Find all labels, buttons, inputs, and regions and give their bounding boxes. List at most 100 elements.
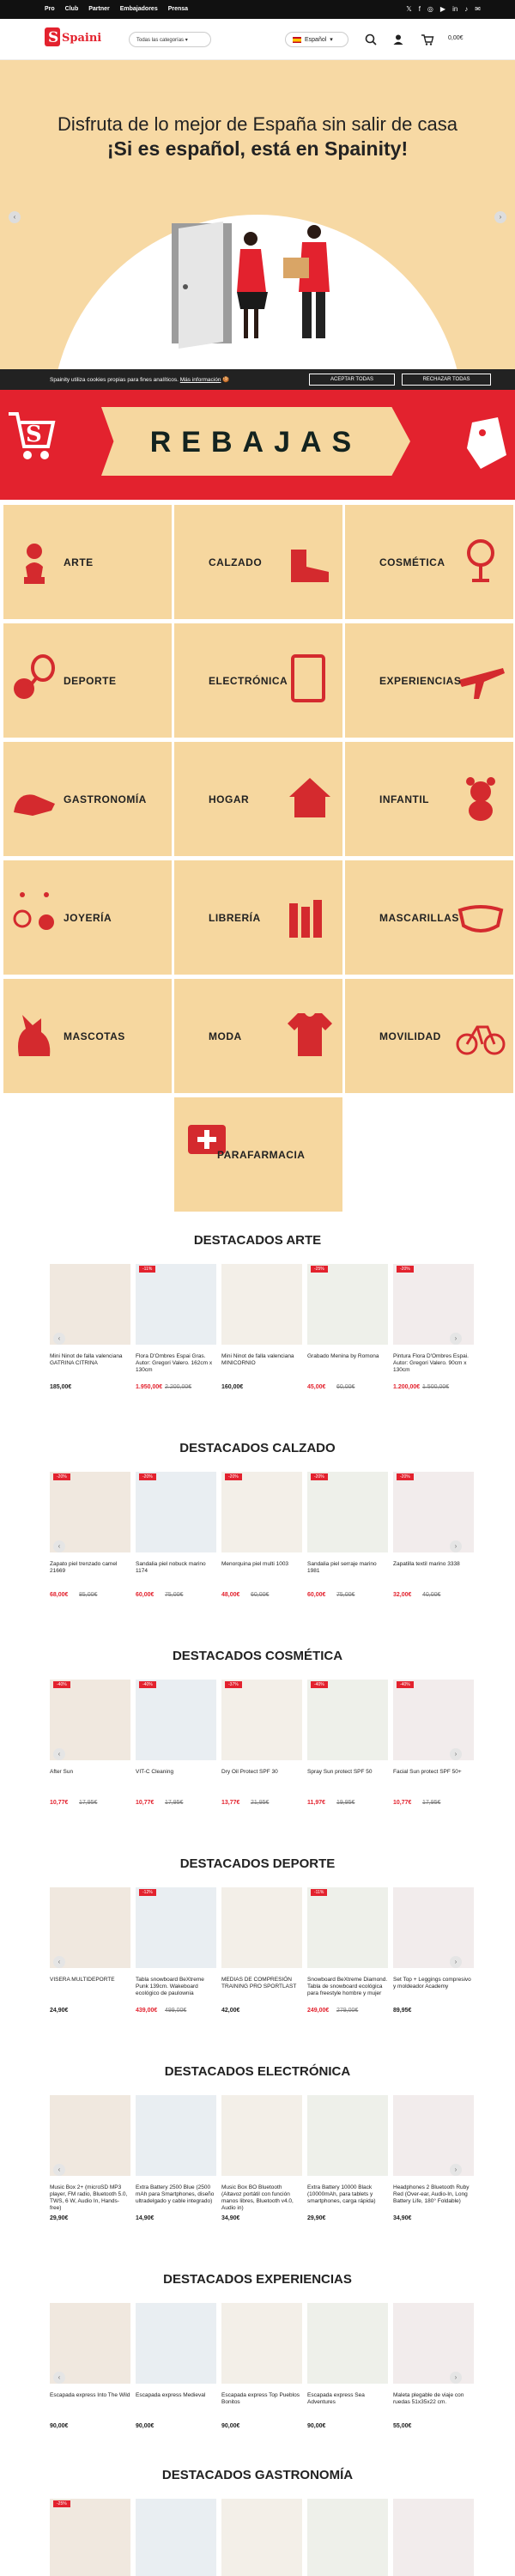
product-image[interactable] xyxy=(307,2095,388,2176)
category-tile-moda[interactable]: MODA xyxy=(174,979,342,1093)
cart-total[interactable]: 0,00€ xyxy=(448,35,464,41)
carousel-prev-button[interactable]: ‹ xyxy=(53,1748,65,1760)
product-image[interactable] xyxy=(136,1887,216,1968)
product-name[interactable]: Menorquina piel multi 1003 xyxy=(221,1561,302,1568)
category-tile-infantil[interactable]: INFANTIL xyxy=(345,742,513,856)
product-name[interactable]: Music Box 2+ (microSD MP3 player, FM rad… xyxy=(50,2184,130,2212)
category-tile-electronica[interactable]: ELECTRÓNICA xyxy=(174,623,342,738)
cookie-reject-button[interactable]: RECHAZAR TODAS xyxy=(402,374,491,386)
product-name[interactable]: Sandalia piel serraje marino 1981 xyxy=(307,1561,388,1575)
product-name[interactable]: Sandalia piel nobuck marino 1174 xyxy=(136,1561,216,1575)
category-tile-hogar[interactable]: HOGAR xyxy=(174,742,342,856)
carousel-next-button[interactable]: › xyxy=(450,1540,462,1552)
cookie-more-link[interactable]: Más información xyxy=(180,377,221,383)
category-tile-movilidad[interactable]: MOVILIDAD xyxy=(345,979,513,1093)
product-image[interactable] xyxy=(307,1264,388,1345)
product-name[interactable]: Escapada express Into The Wild xyxy=(50,2392,130,2399)
product-name[interactable]: Spray Sun protect SPF 50 xyxy=(307,1769,388,1776)
product-image[interactable] xyxy=(136,1472,216,1552)
product-name[interactable]: VISERA MULTIDEPORTE xyxy=(50,1977,130,1984)
category-tile-parafarmacia[interactable]: PARAFARMACIA xyxy=(174,1097,342,1212)
carousel-next-button[interactable]: › xyxy=(450,1956,462,1968)
category-tile-libreria[interactable]: LIBRERÍA xyxy=(174,860,342,975)
product-name[interactable]: Escapada express Sea Adventures xyxy=(307,2392,388,2406)
product-name[interactable]: Mini Ninot de falla valenciana GATRINA C… xyxy=(50,1353,130,1367)
product-name[interactable]: Flora D'Ombres Espai Gras. Autor: Gregor… xyxy=(136,1353,216,1374)
search-icon[interactable] xyxy=(364,33,378,46)
hero-next-button[interactable]: › xyxy=(494,211,506,223)
product-name[interactable]: Maleta plegable de viaje con ruedas 51x3… xyxy=(393,2392,474,2406)
product-image[interactable] xyxy=(221,1680,302,1760)
product-image[interactable] xyxy=(307,2303,388,2384)
category-tile-cosmetica[interactable]: COSMÉTICA xyxy=(345,505,513,619)
product-name[interactable]: Zapatilla textil marino 3338 xyxy=(393,1561,474,1568)
product-image[interactable] xyxy=(393,1264,474,1345)
product-name[interactable]: Tabla snowboard BeXtreme Punk 139cm. Wak… xyxy=(136,1977,216,1997)
product-image[interactable] xyxy=(221,1472,302,1552)
carousel-next-button[interactable]: › xyxy=(450,2164,462,2176)
product-image[interactable] xyxy=(393,1472,474,1552)
product-name[interactable]: Mini Ninot de falla valenciana MINICORNI… xyxy=(221,1353,302,1367)
tiktok-icon[interactable]: ♪ xyxy=(464,5,468,13)
product-image[interactable] xyxy=(136,2499,216,2576)
product-image[interactable] xyxy=(307,1680,388,1760)
product-image[interactable] xyxy=(307,1472,388,1552)
top-link-pro[interactable]: Pro xyxy=(45,6,55,12)
product-name[interactable]: Dry Oil Protect SPF 30 xyxy=(221,1769,302,1776)
twitter-icon[interactable]: 𝕏 xyxy=(406,5,411,13)
product-name[interactable]: After Sun xyxy=(50,1769,130,1776)
product-image[interactable] xyxy=(393,1887,474,1968)
top-link-partner[interactable]: Partner xyxy=(88,6,110,12)
category-tile-arte[interactable]: ARTE xyxy=(3,505,172,619)
hero-prev-button[interactable]: ‹ xyxy=(9,211,21,223)
product-name[interactable]: MEDIAS DE COMPRESIÓN TRAINING PRO SPORTL… xyxy=(221,1977,302,1990)
category-tile-calzado[interactable]: CALZADO xyxy=(174,505,342,619)
product-image[interactable] xyxy=(393,2303,474,2384)
product-image[interactable] xyxy=(221,1264,302,1345)
carousel-next-button[interactable]: › xyxy=(450,1748,462,1760)
product-image[interactable] xyxy=(221,2303,302,2384)
category-select[interactable]: Todas las categorías ▾ xyxy=(129,32,211,47)
category-tile-experiencias[interactable]: EXPERIENCIAS xyxy=(345,623,513,738)
product-name[interactable]: Grabado Menina by Romona xyxy=(307,1353,388,1360)
product-name[interactable]: Snowboard BeXtreme Diamond. Tabla de sno… xyxy=(307,1977,388,1997)
product-image[interactable] xyxy=(221,2499,302,2576)
product-name[interactable]: Set Top + Leggings compresivo y moldeado… xyxy=(393,1977,474,1990)
carousel-next-button[interactable]: › xyxy=(450,1333,462,1345)
product-name[interactable]: Extra Battery 2500 Blue (2500 mAh para S… xyxy=(136,2184,216,2205)
youtube-icon[interactable]: ▶ xyxy=(440,5,445,13)
product-name[interactable]: Music Box BO Bluetooth (Altavoz portátil… xyxy=(221,2184,302,2212)
top-link-prensa[interactable]: Prensa xyxy=(168,6,188,12)
product-image[interactable] xyxy=(221,2095,302,2176)
mail-icon[interactable]: ✉ xyxy=(475,5,481,13)
product-image[interactable] xyxy=(393,2095,474,2176)
facebook-icon[interactable]: f xyxy=(419,5,421,13)
product-name[interactable]: Facial Sun protect SPF 50+ xyxy=(393,1769,474,1776)
product-image[interactable] xyxy=(307,1887,388,1968)
category-tile-joyeria[interactable]: JOYERÍA xyxy=(3,860,172,975)
product-image[interactable] xyxy=(50,2499,130,2576)
carousel-next-button[interactable]: › xyxy=(450,2372,462,2384)
product-name[interactable]: Pintura Flora D'Ombres Espai. Autor: Gre… xyxy=(393,1353,474,1374)
cart-icon[interactable] xyxy=(421,33,434,46)
category-tile-mascotas[interactable]: MASCOTAS xyxy=(3,979,172,1093)
product-name[interactable]: Headphones 2 Bluetooth Ruby Red (Over-ea… xyxy=(393,2184,474,2205)
top-link-embajadores[interactable]: Embajadores xyxy=(120,6,158,12)
user-icon[interactable] xyxy=(391,33,405,46)
carousel-prev-button[interactable]: ‹ xyxy=(53,2372,65,2384)
cookie-accept-button[interactable]: ACEPTAR TODAS xyxy=(309,374,395,386)
carousel-prev-button[interactable]: ‹ xyxy=(53,2164,65,2176)
category-tile-deporte[interactable]: DEPORTE xyxy=(3,623,172,738)
product-name[interactable]: Escapada express Medieval xyxy=(136,2392,216,2399)
language-select[interactable]: Español ▾ xyxy=(285,32,348,47)
carousel-prev-button[interactable]: ‹ xyxy=(53,1540,65,1552)
category-tile-gastronomia[interactable]: GASTRONOMÍA xyxy=(3,742,172,856)
product-image[interactable] xyxy=(221,1887,302,1968)
sales-banner[interactable]: S REBAJAS xyxy=(0,390,515,500)
product-image[interactable] xyxy=(307,2499,388,2576)
product-image[interactable] xyxy=(393,2499,474,2576)
product-image[interactable] xyxy=(136,1680,216,1760)
product-image[interactable] xyxy=(136,1264,216,1345)
product-name[interactable]: Extra Battery 10000 Black (10000mAh, par… xyxy=(307,2184,388,2205)
instagram-icon[interactable]: ◎ xyxy=(427,5,433,13)
